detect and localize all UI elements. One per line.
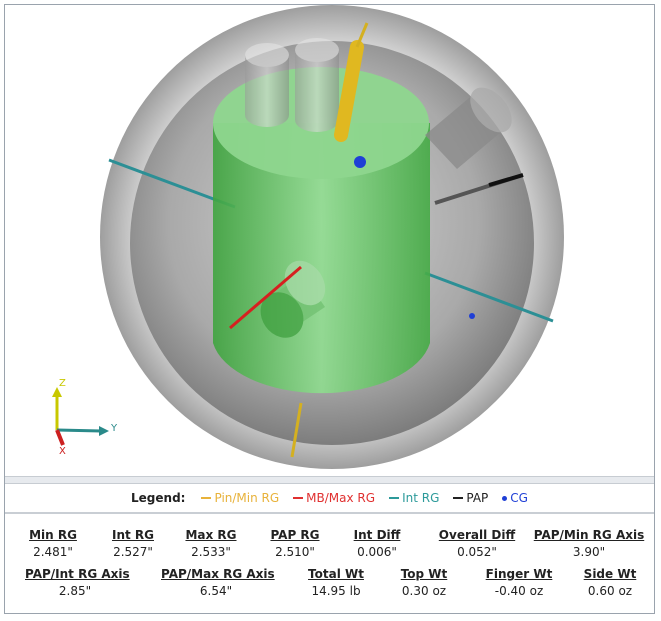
stat-finger-wt: Finger Wt -0.40 oz	[483, 567, 555, 598]
finger-hole-1	[245, 43, 289, 127]
stat-label: Int Diff	[353, 528, 401, 542]
legend-item-mb-max-rg: MB/Max RG	[293, 491, 375, 505]
stat-value: 2.510"	[275, 545, 315, 559]
stat-top-wt: Top Wt 0.30 oz	[393, 567, 455, 598]
legend-label: PAP	[466, 491, 489, 505]
stat-pap-min-rg-axis: PAP/Min RG Axis 3.90"	[533, 528, 645, 559]
stat-pap-int-rg-axis: PAP/Int RG Axis 2.85"	[25, 567, 130, 598]
legend-item-pin-min-rg: Pin/Min RG	[201, 491, 279, 505]
stat-label: Finger Wt	[485, 567, 553, 581]
legend-item-pap: PAP	[453, 491, 488, 505]
stat-value: 0.60 oz	[587, 584, 633, 598]
stat-label: PAP/Int RG Axis	[25, 567, 130, 581]
cg-marker	[354, 156, 366, 168]
3d-viewport[interactable]: Z Y X	[5, 5, 654, 475]
stat-value: 3.90"	[572, 545, 606, 559]
legend-swatch	[201, 497, 212, 499]
legend-item-cg: CG	[502, 491, 528, 505]
splitter-bar[interactable]	[5, 476, 654, 484]
stat-total-wt: Total Wt 14.95 lb	[305, 567, 367, 598]
legend-label: Pin/Min RG	[214, 491, 280, 505]
legend-item-int-rg: Int RG	[389, 491, 439, 505]
stat-value: 2.527"	[113, 545, 153, 559]
stat-value: 2.85"	[58, 584, 92, 598]
stat-min-rg: Min RG 2.481"	[23, 528, 83, 559]
stat-overall-diff: Overall Diff 0.052"	[425, 528, 529, 559]
axis-y-label: Y	[110, 423, 118, 434]
stat-pap-max-rg-axis: PAP/Max RG Axis 6.54"	[161, 567, 275, 598]
stat-label: Top Wt	[400, 567, 448, 581]
legend-separator	[5, 512, 654, 514]
axis-z-label: Z	[59, 378, 66, 389]
stat-label: Int RG	[111, 528, 154, 542]
legend-label: MB/Max RG	[306, 491, 376, 505]
stat-label: Max RG	[185, 528, 237, 542]
stat-value: 2.533"	[191, 545, 231, 559]
stat-value: -0.40 oz	[494, 584, 544, 598]
axis-x-label: X	[59, 446, 66, 457]
stat-value: 0.30 oz	[401, 584, 447, 598]
stat-value: 2.481"	[33, 545, 73, 559]
stat-value: 14.95 lb	[311, 584, 361, 598]
stat-value: 6.54"	[199, 584, 233, 598]
stat-int-rg: Int RG 2.527"	[103, 528, 163, 559]
stat-label: Overall Diff	[438, 528, 516, 542]
cg-marker-secondary	[469, 313, 475, 319]
legend-swatch	[293, 497, 304, 499]
legend-title: Legend:	[131, 491, 186, 505]
legend-swatch	[389, 497, 400, 499]
stat-side-wt: Side Wt 0.60 oz	[579, 567, 641, 598]
stat-int-diff: Int Diff 0.006"	[347, 528, 407, 559]
legend-label: Int RG	[402, 491, 440, 505]
stat-label: Min RG	[29, 528, 77, 542]
stat-label: PAP/Max RG Axis	[161, 567, 275, 581]
stats-panel: Min RG 2.481" Int RG 2.527" Max RG 2.533…	[5, 515, 654, 611]
stat-max-rg: Max RG 2.533"	[181, 528, 241, 559]
stat-value: 0.052"	[457, 545, 497, 559]
stat-label: Side Wt	[583, 567, 637, 581]
legend-swatch	[453, 497, 464, 499]
stat-label: PAP/Min RG Axis	[533, 528, 645, 542]
axes-triad: Z Y X	[52, 378, 118, 457]
legend-label: CG	[510, 491, 528, 505]
legend: Legend: Pin/Min RG MB/Max RG Int RG PAP …	[5, 486, 654, 510]
finger-hole-2	[295, 38, 339, 132]
stat-value: 0.006"	[357, 545, 397, 559]
legend-dot	[502, 495, 508, 501]
stat-label: Total Wt	[308, 567, 364, 581]
stat-pap-rg: PAP RG 2.510"	[263, 528, 327, 559]
bowling-ball-render: Z Y X	[52, 5, 564, 469]
stat-label: PAP RG	[270, 528, 320, 542]
